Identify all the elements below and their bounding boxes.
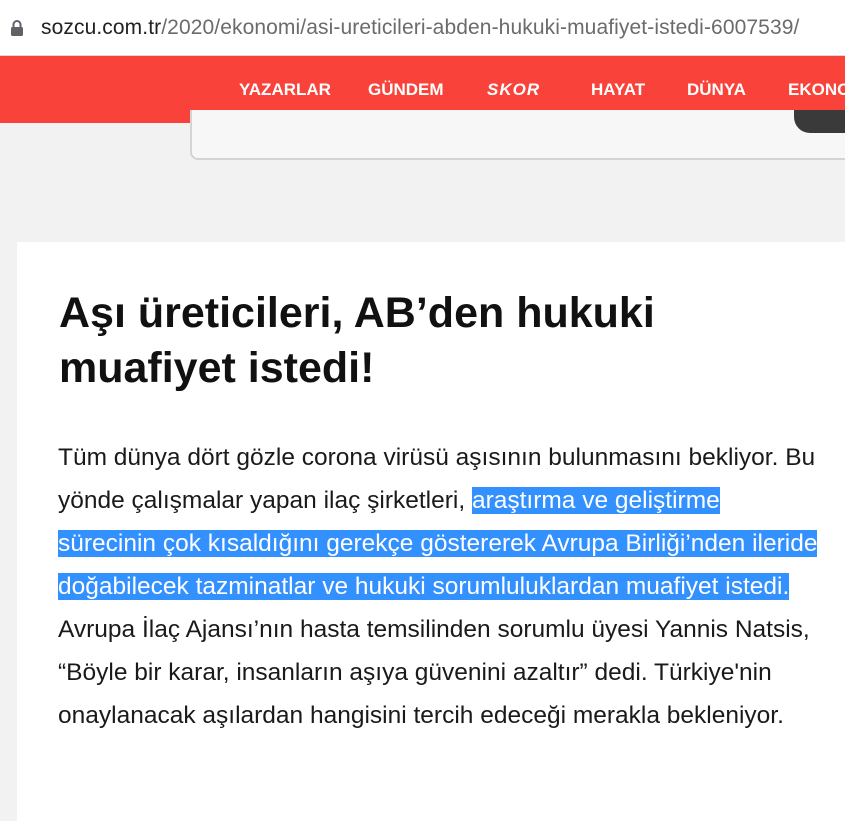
ad-placeholder-card [190, 110, 845, 160]
url-host: sozcu.com.tr [41, 16, 162, 39]
article-body: Tüm dünya dört gözle corona virüsü aşısı… [58, 436, 818, 737]
nav-item-skor[interactable]: SKOR [487, 79, 540, 101]
lock-icon[interactable] [10, 19, 24, 37]
body-text-after: Avrupa İlaç Ajansı’nın hasta temsilinden… [58, 616, 810, 729]
nav-item-ekonomi[interactable]: EKONO [788, 79, 845, 101]
article-title: Aşı üreticileri, AB’den hukuki muafiyet … [59, 289, 655, 392]
url-text[interactable]: sozcu.com.tr/2020/ekonomi/asi-ureticiler… [41, 15, 799, 41]
url-path: /2020/ekonomi/asi-ureticileri-abden-huku… [161, 16, 800, 39]
article-container: Aşı üreticileri, AB’den hukuki muafiyet … [17, 242, 845, 821]
nav-item-hayat[interactable]: HAYAT [591, 79, 645, 101]
nav-item-gundem[interactable]: GÜNDEM [368, 79, 444, 101]
nav-item-yazarlar[interactable]: YAZARLAR [239, 79, 331, 101]
dark-button-edge[interactable] [794, 110, 845, 133]
nav-item-dunya[interactable]: DÜNYA [687, 79, 746, 101]
address-bar[interactable]: sozcu.com.tr/2020/ekonomi/asi-ureticiler… [0, 0, 845, 56]
